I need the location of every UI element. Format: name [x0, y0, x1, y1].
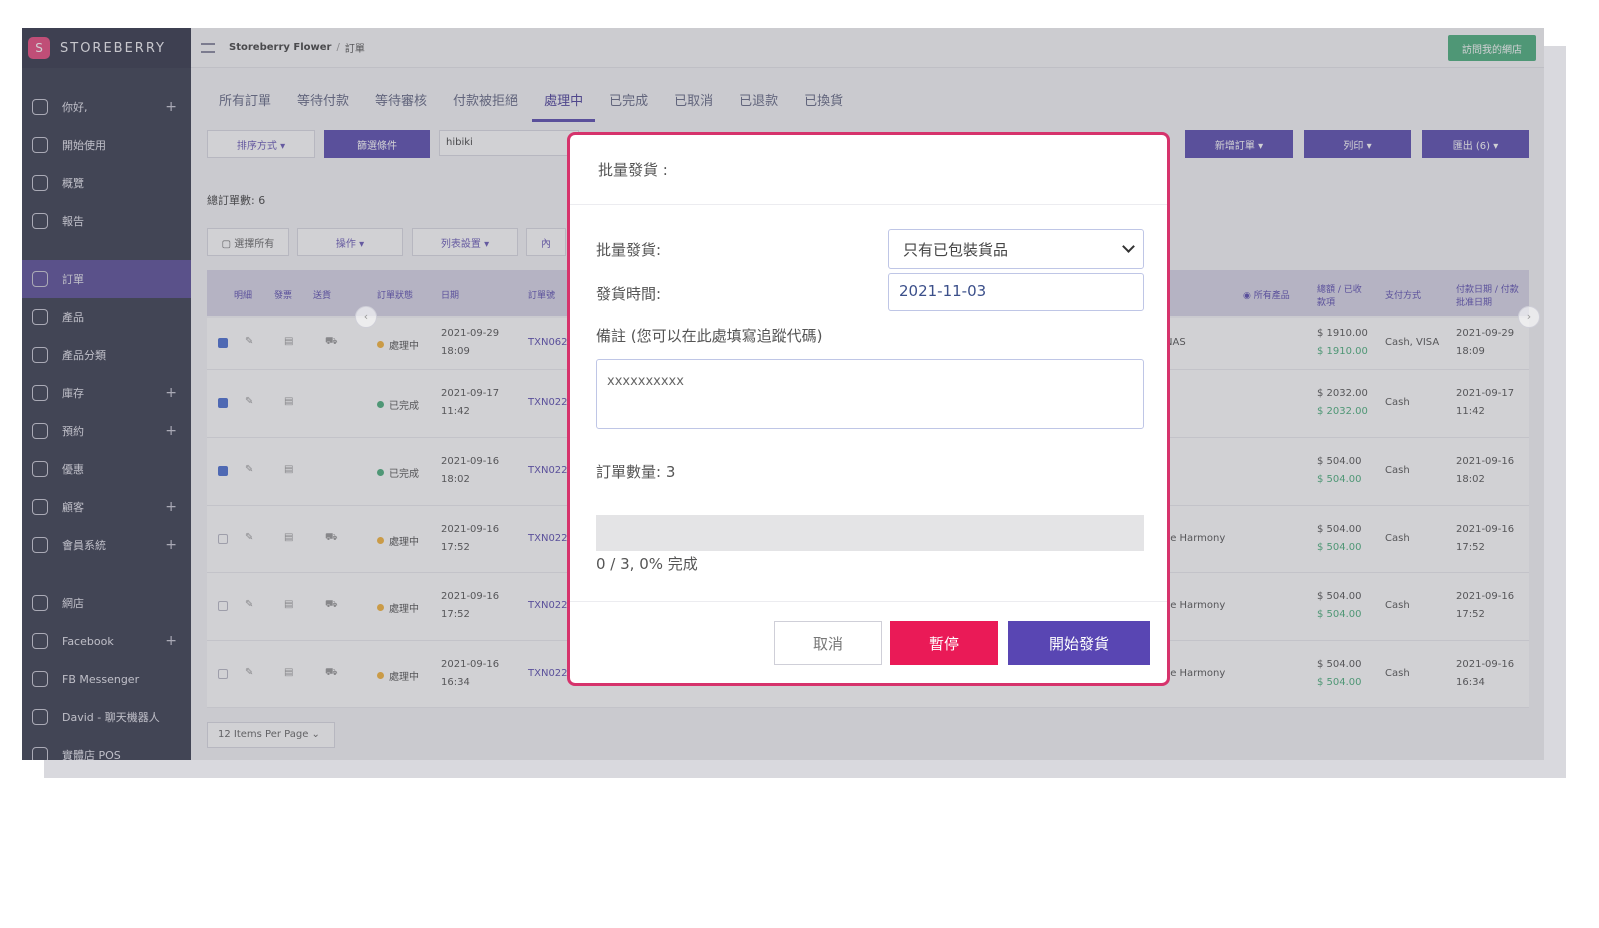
bulk-ship-modal: 批量發貨 : 批量發貨: 只有已包裝貨品 發貨時間: 2021-11-03 備註… — [567, 132, 1170, 686]
progress-text: 0 / 3, 0% 完成 — [596, 555, 698, 573]
modal-title: 批量發貨 : — [570, 135, 1167, 205]
ship-time-label: 發貨時間: — [596, 285, 662, 303]
progress-bar — [596, 515, 1144, 551]
chevron-down-icon — [1122, 240, 1135, 253]
ship-select[interactable]: 只有已包裝貨品 — [888, 229, 1144, 269]
ship-select-value: 只有已包裝貨品 — [903, 241, 1009, 259]
modal-divider — [570, 601, 1167, 602]
cancel-button[interactable]: 取消 — [774, 621, 882, 665]
start-shipping-button[interactable]: 開始發貨 — [1008, 621, 1150, 665]
scroll-right-icon[interactable]: › — [1518, 306, 1540, 328]
order-count-label: 訂單數量: 3 — [596, 463, 676, 481]
ship-label: 批量發貨: — [596, 241, 662, 259]
ship-time-input[interactable]: 2021-11-03 — [888, 273, 1144, 311]
pause-button[interactable]: 暫停 — [890, 621, 998, 665]
scroll-left-icon[interactable]: ‹ — [355, 306, 377, 328]
note-textarea[interactable]: xxxxxxxxxx — [596, 359, 1144, 429]
note-label: 備註 (您可以在此處填寫追蹤代碼) — [596, 327, 823, 345]
